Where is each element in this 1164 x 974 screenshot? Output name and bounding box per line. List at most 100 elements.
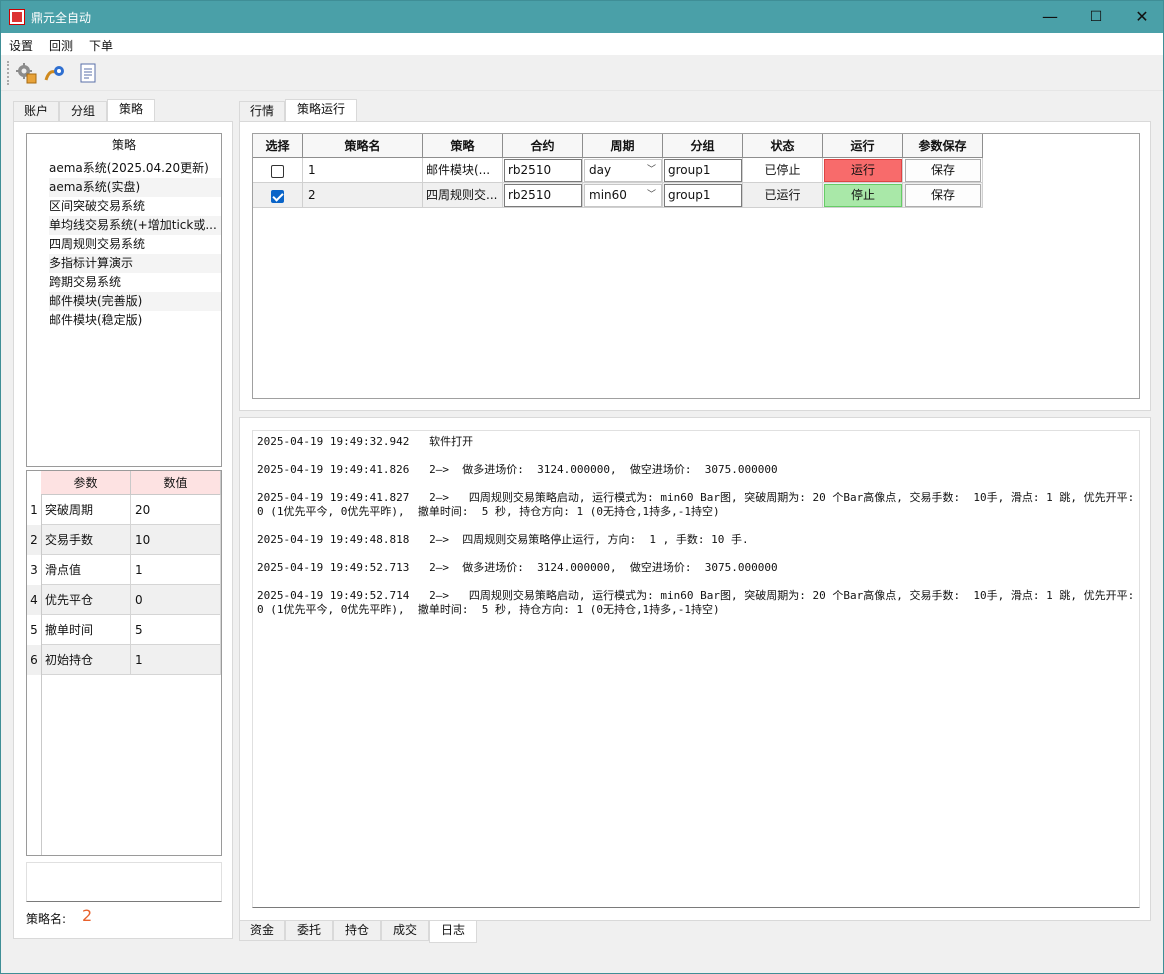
menu-backtest[interactable]: 回测 (49, 37, 73, 54)
row-select-checkbox[interactable] (271, 165, 284, 178)
log-line: 2025-04-19 19:49:52.714 2—> 四周规则交易策略启动, … (257, 589, 1148, 616)
col-select: 选择 (253, 134, 303, 158)
tab-strategy[interactable]: 策略 (107, 99, 155, 121)
list-item[interactable]: 多指标计算演示 (49, 254, 221, 273)
strategy-run-panel: 选择 策略名 策略 合约 周期 分组 状态 运行 参数保存 1 邮件模块(...… (239, 121, 1151, 411)
param-name: 优先平仓 (41, 585, 131, 615)
backtest-icon[interactable] (43, 62, 65, 84)
param-value[interactable]: 1 (131, 645, 221, 675)
chevron-down-icon: ﹀ (646, 165, 656, 175)
list-item[interactable]: 单均线交易系统(+增加tick或... (49, 216, 221, 235)
menu-order[interactable]: 下单 (89, 37, 113, 54)
strategy-name-label: 策略名: (26, 912, 67, 926)
row-number: 4 (27, 585, 41, 615)
param-name: 交易手数 (41, 525, 131, 555)
col-save-params: 参数保存 (903, 134, 983, 158)
save-button[interactable]: 保存 (905, 159, 981, 182)
tab-funds[interactable]: 资金 (239, 921, 285, 941)
app-logo-icon (9, 9, 25, 25)
strategy-name-value: 2 (82, 906, 93, 925)
strategy-run-table: 选择 策略名 策略 合约 周期 分组 状态 运行 参数保存 1 邮件模块(...… (252, 133, 1140, 399)
strategy-name-cell: 1 (303, 158, 423, 183)
tab-account[interactable]: 账户 (13, 101, 59, 121)
row-number: 2 (27, 525, 41, 555)
log-line: 2025-04-19 19:49:41.826 2—> 做多进场价: 3124.… (257, 463, 778, 476)
log-textarea[interactable]: 2025-04-19 19:49:32.942 软件打开 2025-04-19 … (252, 430, 1140, 908)
period-select[interactable]: day ﹀ (584, 159, 662, 182)
menu-settings[interactable]: 设置 (9, 37, 33, 54)
strategy-cell: 四周规则交... (423, 183, 503, 208)
param-value[interactable]: 10 (131, 525, 221, 555)
col-group: 分组 (663, 134, 743, 158)
tab-market[interactable]: 行情 (239, 101, 285, 121)
param-name: 初始持仓 (41, 645, 131, 675)
settings-gear-icon[interactable] (15, 62, 37, 84)
title-bar: 鼎元全自动 — ☐ ✕ (1, 1, 1163, 33)
left-panel: 策略 aema系统(2025.04.20更新) aema系统(实盘) 区间突破交… (13, 121, 233, 939)
app-window: 鼎元全自动 — ☐ ✕ 设置 回测 下单 账户 分组 策略 策略 aema系统(… (0, 0, 1164, 974)
tab-orders[interactable]: 委托 (285, 921, 333, 941)
param-value[interactable]: 5 (131, 615, 221, 645)
chevron-down-icon: ﹀ (646, 190, 656, 200)
strategy-list-header: 策略 (111, 138, 136, 152)
log-panel: 2025-04-19 19:49:32.942 软件打开 2025-04-19 … (239, 417, 1151, 921)
log-line: 2025-04-19 19:49:41.827 2—> 四周规则交易策略启动, … (257, 491, 1148, 518)
strategy-name-cell: 2 (303, 183, 423, 208)
contract-input[interactable]: rb2510 (504, 159, 582, 182)
list-item[interactable]: aema系统(实盘) (49, 178, 221, 197)
window-title: 鼎元全自动 (31, 11, 92, 25)
col-contract: 合约 (503, 134, 583, 158)
maximize-button[interactable]: ☐ (1073, 1, 1119, 33)
param-header-name: 参数 (41, 471, 131, 495)
run-button[interactable]: 运行 (824, 159, 902, 182)
param-name: 滑点值 (41, 555, 131, 585)
stop-button[interactable]: 停止 (824, 184, 902, 207)
period-value: day (589, 163, 612, 177)
menu-bar: 设置 回测 下单 (1, 33, 1163, 55)
tab-group[interactable]: 分组 (59, 101, 107, 121)
tab-trades[interactable]: 成交 (381, 921, 429, 941)
log-line: 2025-04-19 19:49:48.818 2—> 四周规则交易策略停止运行… (257, 533, 749, 546)
list-item[interactable]: aema系统(2025.04.20更新) (49, 159, 221, 178)
strategy-cell: 邮件模块(... (423, 158, 503, 183)
col-status: 状态 (743, 134, 823, 158)
tab-positions[interactable]: 持仓 (333, 921, 381, 941)
row-header-divider (41, 495, 42, 855)
col-strategy-name: 策略名 (303, 134, 423, 158)
param-value[interactable]: 20 (131, 495, 221, 525)
param-table: 参数 数值 1 突破周期 20 2 交易手数 10 3 滑点值 1 4 优先平仓… (26, 470, 222, 856)
row-number: 6 (27, 645, 41, 675)
toolbar-grip (7, 61, 9, 85)
minimize-button[interactable]: — (1027, 1, 1073, 33)
save-button[interactable]: 保存 (905, 184, 981, 207)
col-period: 周期 (583, 134, 663, 158)
row-number: 1 (30, 503, 38, 517)
list-item[interactable]: 邮件模块(稳定版) (49, 311, 221, 330)
period-value: min60 (589, 188, 627, 202)
list-item[interactable]: 四周规则交易系统 (49, 235, 221, 254)
toolbar (1, 55, 1163, 91)
group-input[interactable]: group1 (664, 159, 742, 182)
param-value[interactable]: 1 (131, 555, 221, 585)
status-cell: 已停止 (743, 158, 823, 183)
param-header-value: 数值 (131, 471, 221, 495)
log-line: 2025-04-19 19:49:32.942 软件打开 (257, 435, 474, 448)
document-icon[interactable] (77, 62, 99, 84)
log-line: 2025-04-19 19:49:52.713 2—> 做多进场价: 3124.… (257, 561, 778, 574)
tab-strategy-run[interactable]: 策略运行 (285, 99, 357, 121)
close-button[interactable]: ✕ (1119, 1, 1164, 33)
strategy-list: 策略 aema系统(2025.04.20更新) aema系统(实盘) 区间突破交… (26, 133, 222, 467)
param-value[interactable]: 0 (131, 585, 221, 615)
col-run: 运行 (823, 134, 903, 158)
period-select[interactable]: min60 ﹀ (584, 184, 662, 207)
list-item[interactable]: 邮件模块(完善版) (49, 292, 221, 311)
list-item[interactable]: 跨期交易系统 (49, 273, 221, 292)
list-item[interactable]: 区间突破交易系统 (49, 197, 221, 216)
strategy-note-box[interactable] (26, 862, 222, 902)
status-cell: 已运行 (743, 183, 823, 208)
row-select-checkbox[interactable] (271, 190, 284, 203)
group-input[interactable]: group1 (664, 184, 742, 207)
contract-input[interactable]: rb2510 (504, 184, 582, 207)
tab-log[interactable]: 日志 (429, 921, 477, 943)
col-strategy: 策略 (423, 134, 503, 158)
